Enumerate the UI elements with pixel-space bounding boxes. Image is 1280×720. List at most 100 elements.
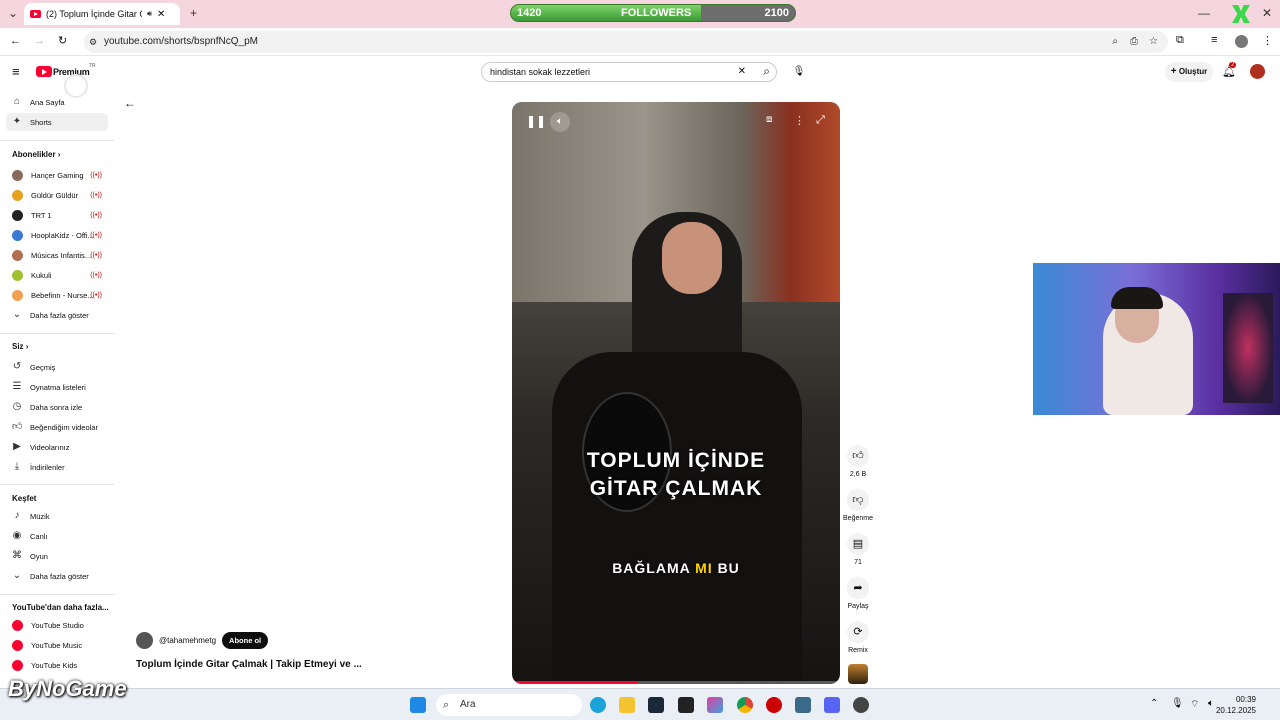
subscriptions-heading[interactable]: Abonelikler › (12, 150, 60, 159)
youtube-studio-icon (12, 619, 23, 631)
minimize-icon[interactable]: — (1198, 6, 1210, 20)
dislike-icon: 👎︎ (847, 489, 869, 511)
microphone-icon[interactable]: 🎙︎ (1171, 698, 1184, 709)
forward-arrow-icon[interactable]: → (34, 35, 45, 47)
sidebar-item-gaming[interactable]: ⌘ Oyun (6, 547, 108, 565)
app-icon[interactable] (707, 697, 723, 713)
address-bar[interactable]: ⚙︎ youtube.com/shorts/bspnfNcQ_pM ⌕ ⎙ ☆ (84, 31, 1168, 53)
show-more-explore[interactable]: ⌄ Daha fazla göster (6, 567, 108, 585)
voice-search-icon[interactable]: 🎙︎ (790, 63, 808, 81)
sidebar-item-your-videos[interactable]: ▶ Videolarınız (6, 438, 108, 456)
sidebar-sub-item[interactable]: Kukuli ((•)) (6, 266, 108, 284)
extensions-icon[interactable]: ⧉ (1176, 34, 1184, 47)
show-more-subscriptions[interactable]: ⌄ Daha fazla göster (6, 306, 108, 324)
sidebar-sub-item[interactable]: TRT 1 ((•)) (6, 206, 108, 224)
streamer-webcam (1033, 263, 1280, 415)
channel-avatar (12, 289, 23, 301)
shorts-video-player[interactable]: ❚❚ 🔈︎ ⧈ ⋮ ⤢ TOPLUM İÇİNDE GİTAR ÇALMAK B… (512, 102, 840, 684)
tray-chevron-icon[interactable]: ⌃ (1150, 698, 1158, 709)
video-title[interactable]: Toplum İçinde Gitar Çalmak | Takip Etmey… (136, 659, 362, 670)
chrome-icon[interactable] (737, 697, 753, 713)
sidebar-sub-item[interactable]: Hançer Gaming ((•)) (6, 166, 108, 184)
epic-games-icon[interactable] (678, 697, 694, 713)
opera-icon[interactable] (766, 697, 782, 713)
obs-icon[interactable] (853, 697, 869, 713)
fullscreen-icon[interactable]: ⤢ (816, 114, 825, 127)
channel-avatar[interactable] (136, 632, 153, 649)
sidebar-item-music[interactable]: ♪ Müzik (6, 507, 108, 525)
progress-track[interactable] (512, 681, 840, 684)
sidebar-sub-item[interactable]: Bebefinn - Nurse... ((•)) (6, 286, 108, 304)
youtube-logo-icon[interactable] (36, 66, 52, 77)
sidebar-sub-item[interactable]: Músicas Infantis... ((•)) (6, 246, 108, 264)
discord-icon[interactable] (824, 697, 840, 713)
like-button[interactable]: 👍︎ 2,6 B (843, 445, 873, 478)
sound-thumbnail[interactable] (848, 664, 868, 684)
browser-menu-icon[interactable]: ⋮ (1262, 34, 1273, 47)
back-arrow-icon[interactable]: ← (10, 35, 21, 47)
file-explorer-icon[interactable] (619, 697, 635, 713)
back-arrow-icon[interactable]: ← (124, 96, 136, 110)
clear-search-icon[interactable]: ✕ (738, 63, 746, 81)
audio-playing-icon[interactable]: 🔊︎ (147, 9, 152, 19)
sidebar-item-home[interactable]: ⌂ Ana Sayfa (6, 93, 108, 111)
comments-button[interactable]: ▤ 71 (843, 533, 873, 566)
sidebar-item-music-app[interactable]: YouTube Music (6, 636, 108, 654)
sidebar-sub-item[interactable]: Güldür Güldür ((•)) (6, 186, 108, 204)
video-body (552, 352, 802, 682)
dislike-button[interactable]: 👎︎ Beğenme (838, 489, 878, 522)
subtitle-word: BAĞLAMA (612, 560, 691, 576)
sidebar-item-studio[interactable]: YouTube Studio (6, 616, 108, 634)
youtube-favicon-icon (30, 10, 41, 18)
share-button[interactable]: ➦ Paylaş (843, 577, 873, 610)
close-window-icon[interactable]: ✕ (1262, 6, 1272, 20)
sidebar-item-shorts[interactable]: ✦ Shorts (6, 113, 108, 131)
sidebar-item-live[interactable]: ◉ Canlı (6, 527, 108, 545)
reload-icon[interactable]: ↻ (58, 34, 67, 47)
more-options-icon[interactable]: ⋮ (794, 114, 805, 127)
channel-name: Bebefinn - Nurse... (31, 290, 94, 300)
hamburger-menu-icon[interactable]: ≡ (12, 64, 20, 79)
sidebar-divider (0, 333, 114, 334)
zoom-icon[interactable]: ⌕ (1112, 31, 1118, 53)
windows-start-icon[interactable] (410, 697, 426, 713)
network-app-icon[interactable] (795, 697, 811, 713)
remix-button[interactable]: ⟳ Remix (843, 621, 873, 654)
youtube-kids-icon (12, 659, 23, 671)
channel-handle[interactable]: @tahamehmetg (159, 636, 216, 645)
search-icon[interactable]: ⌕ (763, 62, 770, 80)
you-heading[interactable]: Siz › (12, 342, 28, 351)
remix-icon: ⟳ (847, 621, 869, 643)
bookmark-star-icon[interactable]: ☆ (1149, 31, 1158, 53)
account-avatar[interactable] (1250, 64, 1265, 79)
channel-avatar (12, 229, 23, 241)
media-control-icon[interactable]: ≡ (1211, 34, 1217, 46)
search-input[interactable]: hindistan sokak lezzetleri ✕ ⌕ (481, 62, 777, 82)
edge-icon[interactable] (590, 697, 606, 713)
site-info-icon[interactable]: ⚙︎ (89, 31, 97, 53)
captions-icon[interactable]: ⧈ (766, 114, 772, 125)
speaker-icon[interactable]: 🔈︎ (1208, 698, 1214, 709)
taskbar-search[interactable]: ⌕ Ara (436, 694, 582, 716)
system-clock[interactable]: 00:39 20.12.2025 (1216, 694, 1256, 716)
volume-icon[interactable]: 🔈︎ (550, 112, 570, 132)
tab-close-icon[interactable]: ✕ (157, 9, 165, 20)
create-button[interactable]: + Oluştur (1165, 62, 1213, 82)
sidebar-item-watch-later[interactable]: ◷ Daha sonra izle (6, 398, 108, 416)
profile-avatar[interactable] (1235, 35, 1248, 48)
sidebar-item-history[interactable]: ↺ Geçmiş (6, 358, 108, 376)
sidebar-item-downloads[interactable]: ⤓ İndirilenler (6, 458, 108, 476)
install-app-icon[interactable]: ⎙ (1130, 31, 1138, 53)
sidebar-item-liked[interactable]: 👍︎ Beğendiğim videolar (6, 418, 108, 436)
new-tab-icon[interactable]: + (190, 6, 197, 20)
tab-list-chevron-icon[interactable]: ⌄ (8, 6, 18, 20)
sidebar-item-kids[interactable]: YouTube Kids (6, 656, 108, 674)
subscribe-button[interactable]: Abone ol (222, 632, 269, 649)
wifi-icon[interactable]: ⌔ (1190, 698, 1199, 711)
browser-tab[interactable]: (2) Toplum İçinde Gitar Çal 🔊︎ ✕ (24, 3, 180, 25)
steam-icon[interactable] (648, 697, 664, 713)
sidebar-item-playlists[interactable]: ☰ Oynatma listeleri (6, 378, 108, 396)
pause-icon[interactable]: ❚❚ (526, 114, 546, 128)
sidebar-sub-item[interactable]: HooplaKidz - Offi... ((•)) (6, 226, 108, 244)
live-icon: ((•)) (90, 271, 102, 279)
